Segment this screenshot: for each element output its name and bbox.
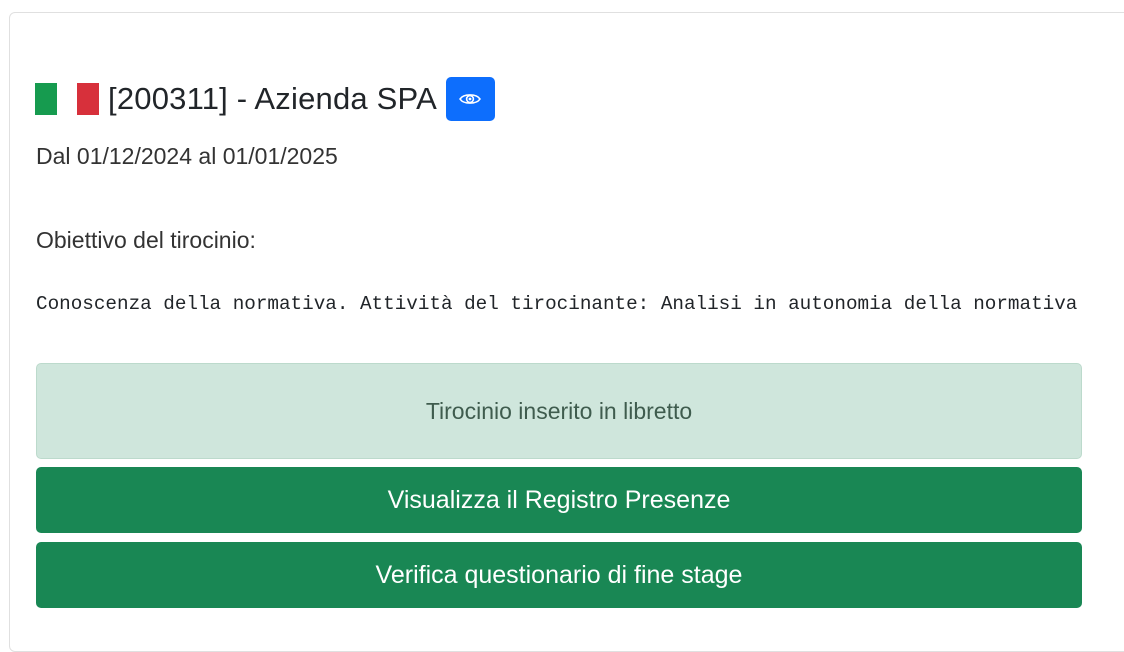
eye-icon xyxy=(459,94,482,104)
internship-period: Dal 01/12/2024 al 01/01/2025 xyxy=(36,143,338,169)
status-text: Tirocinio inserito in libretto xyxy=(425,397,693,424)
view-attendance-register-button[interactable]: Visualizza il Registro Presenze xyxy=(36,467,1082,533)
objective-text: Conoscenza della normativa. Attività del… xyxy=(36,293,1078,315)
verify-questionnaire-label: Verifica questionario di fine stage xyxy=(375,560,743,589)
flag-red-stripe xyxy=(77,83,99,115)
view-attendance-register-label: Visualizza il Registro Presenze xyxy=(387,485,731,514)
verify-questionnaire-button[interactable]: Verifica questionario di fine stage xyxy=(36,542,1082,608)
objective-label: Obiettivo del tirocinio: xyxy=(36,227,256,253)
card-header: [200311] - Azienda SPA xyxy=(35,76,495,122)
status-alert: Tirocinio inserito in libretto xyxy=(36,363,1082,459)
flag-green-stripe xyxy=(35,83,57,115)
company-title: [200311] - Azienda SPA xyxy=(108,81,437,116)
view-details-button[interactable] xyxy=(445,77,495,121)
